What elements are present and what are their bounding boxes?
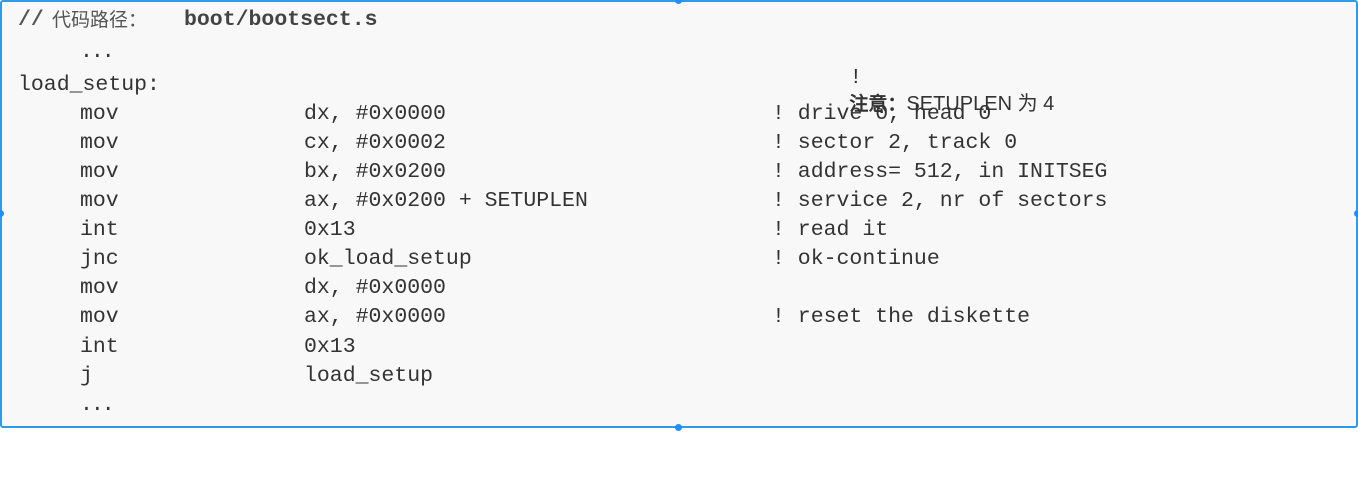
opcode: mov [80, 130, 119, 156]
code-line: mov dx, #0x0000 ! drive 0, head 0 [0, 101, 52, 127]
note-comment: ! 注意：SETUPLEN 为 4 [772, 39, 1054, 144]
opcode: mov [80, 304, 119, 330]
file-path: boot/bootsect.s [184, 7, 378, 33]
ellipsis: ... [80, 392, 113, 418]
operands: dx, #0x0000 [304, 101, 446, 127]
ellipsis-line: ... ! 注意：SETUPLEN 为 4 [0, 39, 52, 65]
opcode: mov [80, 275, 119, 301]
ellipsis-line: ... [0, 392, 52, 418]
line-comment: ! service 2, nr of sectors [772, 188, 1107, 214]
operands: bx, #0x0200 [304, 159, 446, 185]
operands: load_setup [304, 363, 433, 389]
line-comment: ! ok-continue [772, 246, 940, 272]
line-comment: ! drive 0, head 0 [772, 101, 991, 127]
opcode: mov [80, 159, 119, 185]
ellipsis: ... [80, 39, 113, 65]
code-line: mov bx, #0x0200 ! address= 512, in INITS… [0, 159, 52, 185]
code-line: mov ax, #0x0000 ! reset the diskette [0, 304, 52, 330]
line-comment: ! reset the diskette [772, 304, 1030, 330]
opcode: mov [80, 101, 119, 127]
operands: ok_load_setup [304, 246, 472, 272]
opcode: int [80, 217, 119, 243]
code-line: mov dx, #0x0000 [0, 275, 52, 301]
label-text: load_setup: [18, 72, 160, 98]
operands: 0x13 [304, 217, 356, 243]
operands: cx, #0x0002 [304, 130, 446, 156]
line-comment: ! address= 512, in INITSEG [772, 159, 1107, 185]
line-comment: ! read it [772, 217, 888, 243]
code-path-comment: // 代码路径： boot/bootsect.s [0, 7, 52, 33]
code-block: // 代码路径： boot/bootsect.s ... ! 注意：SETUPL… [0, 0, 1358, 428]
code-line: mov ax, #0x0200 + SETUPLEN ! service 2, … [0, 188, 52, 214]
code-line: int 0x13 ! read it [0, 217, 52, 243]
path-label: 代码路径： [52, 7, 147, 33]
code-line: int 0x13 [0, 334, 52, 360]
code-line: j load_setup [0, 363, 52, 389]
line-comment: ! sector 2, track 0 [772, 130, 1017, 156]
operands: 0x13 [304, 334, 356, 360]
comment-mark: // [18, 7, 44, 33]
code-line: mov cx, #0x0002 ! sector 2, track 0 [0, 130, 52, 156]
opcode: j [80, 363, 93, 389]
operands: ax, #0x0200 + SETUPLEN [304, 188, 588, 214]
opcode: mov [80, 188, 119, 214]
note-bang: ! [849, 66, 862, 90]
operands: dx, #0x0000 [304, 275, 446, 301]
code-line: jnc ok_load_setup ! ok-continue [0, 246, 52, 272]
opcode: jnc [80, 246, 119, 272]
code-label: load_setup: [0, 72, 52, 98]
opcode: int [80, 334, 119, 360]
operands: ax, #0x0000 [304, 304, 446, 330]
